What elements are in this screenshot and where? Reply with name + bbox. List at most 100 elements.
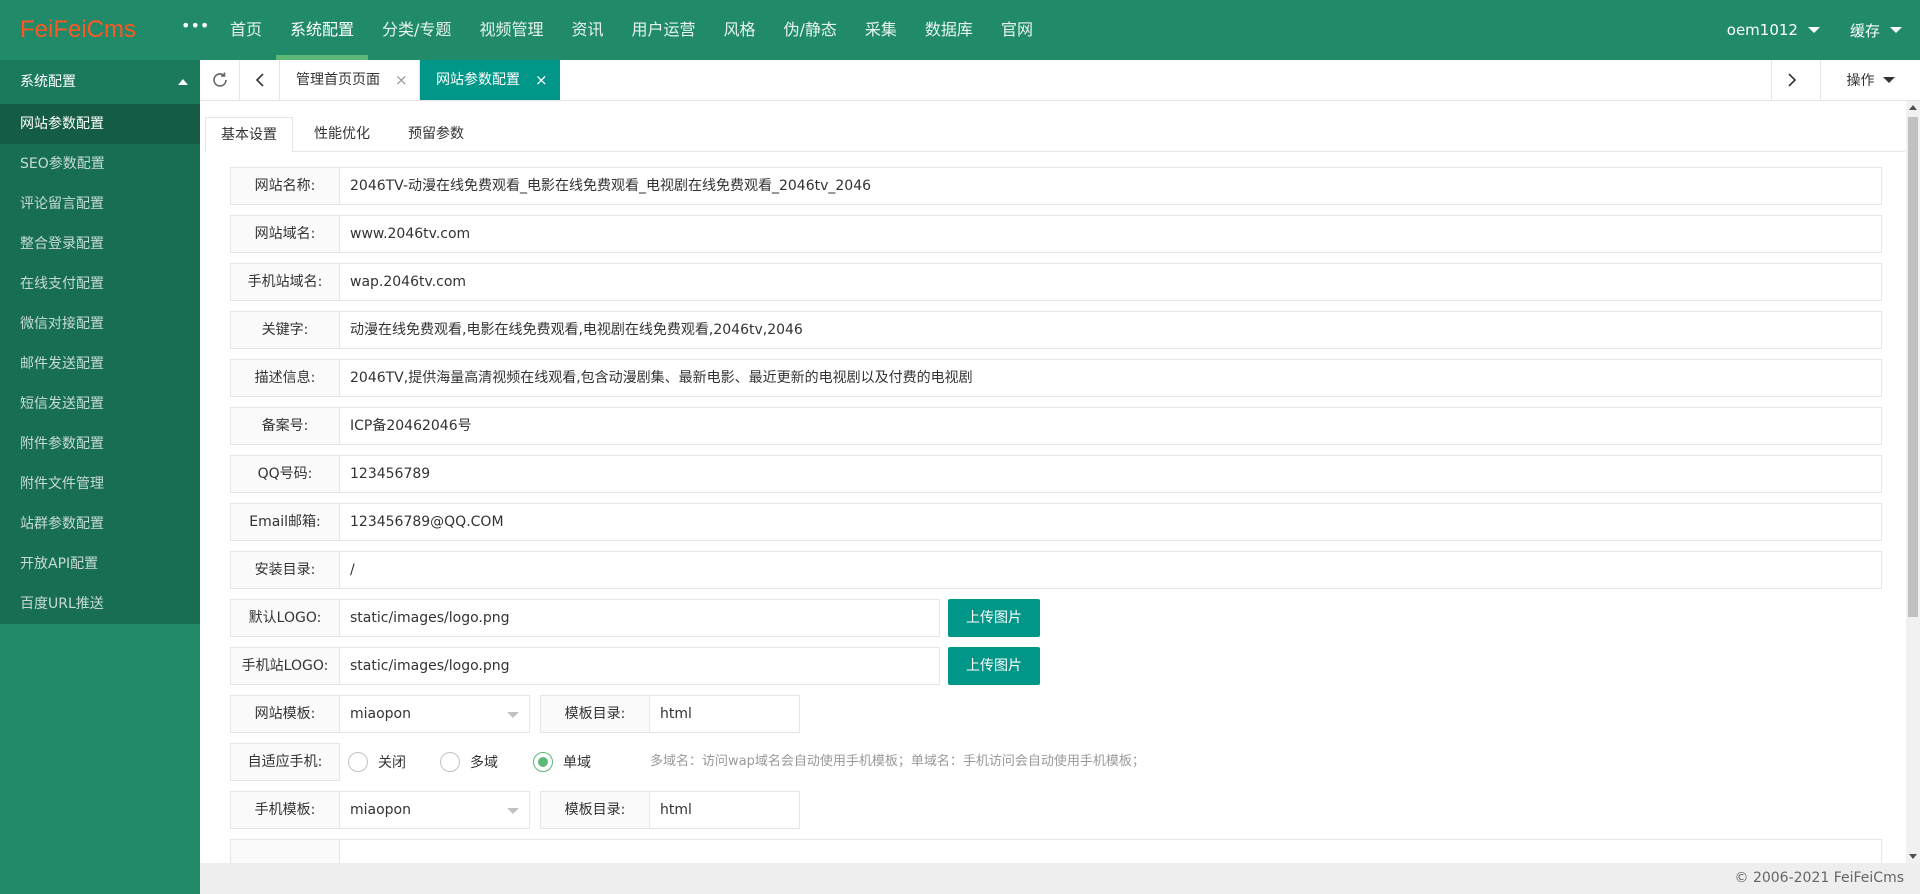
radio-off-label: 关闭 [378, 755, 406, 771]
keywords-input[interactable]: 动漫在线免费观看,电影在线免费观看,电视剧在线免费观看,2046tv,2046 [340, 311, 1882, 349]
cache-menu[interactable]: 缓存 [1850, 20, 1902, 41]
radio-multi-label: 多域 [470, 755, 498, 771]
tab-site-params[interactable]: 网站参数配置 × [420, 60, 560, 100]
nav-static[interactable]: 伪/静态 [770, 0, 851, 60]
email-label: Email邮箱: [230, 503, 340, 541]
close-icon[interactable]: × [535, 60, 548, 100]
sidebar-item-open-api[interactable]: 开放API配置 [0, 544, 200, 584]
tab-performance[interactable]: 性能优化 [299, 117, 385, 152]
qq-label: QQ号码: [230, 455, 340, 493]
nav-official[interactable]: 官网 [987, 0, 1047, 60]
site-domain-label: 网站域名: [230, 215, 340, 253]
install-dir-label: 安装目录: [230, 551, 340, 589]
sidebar-item-baidu-push[interactable]: 百度URL推送 [0, 584, 200, 624]
username: oem1012 [1726, 21, 1798, 39]
icp-input[interactable]: ICP备20462046号 [340, 407, 1882, 445]
sidebar-item-comment[interactable]: 评论留言配置 [0, 184, 200, 224]
nav-database[interactable]: 数据库 [911, 0, 987, 60]
logo[interactable]: FeiFeiCms [20, 0, 136, 60]
operations-menu[interactable]: 操作 [1820, 60, 1920, 100]
site-name-input[interactable]: 2046TV-动漫在线免费观看_电影在线免费观看_电视剧在线免费观看_2046t… [340, 167, 1882, 205]
email-input[interactable]: 123456789@QQ.COM [340, 503, 1882, 541]
wap-template-dir-input[interactable]: html [650, 791, 800, 829]
radio-single-domain[interactable]: 单域 [533, 743, 591, 781]
sidebar-group-header[interactable]: 系统配置 [0, 60, 200, 104]
sidebar-item-site-params[interactable]: 网站参数配置 [0, 104, 200, 144]
nav-news[interactable]: 资讯 [557, 0, 617, 60]
description-label: 描述信息: [230, 359, 340, 397]
qq-input[interactable]: 123456789 [340, 455, 1882, 493]
sidebar-item-wechat[interactable]: 微信对接配置 [0, 304, 200, 344]
header-right: oem1012 缓存 [1697, 0, 1902, 60]
install-dir-input[interactable]: / [340, 551, 1882, 589]
template-select[interactable]: miaopon [340, 695, 530, 733]
more-menu-icon[interactable]: ••• [181, 16, 209, 35]
radio-circle-icon [440, 752, 460, 772]
logo-input[interactable]: static/images/logo.png [340, 599, 940, 637]
main-content: 基本设置 性能优化 预留参数 网站名称: 2046TV-动漫在线免费观看_电影在… [200, 101, 1906, 863]
nav-system-config[interactable]: 系统配置 [276, 0, 369, 60]
nav-collect[interactable]: 采集 [851, 0, 911, 60]
site-name-label: 网站名称: [230, 167, 340, 205]
sidebar: 系统配置 网站参数配置 SEO参数配置 评论留言配置 整合登录配置 在线支付配置… [0, 60, 200, 894]
wap-domain-input[interactable]: wap.2046tv.com [340, 263, 1882, 301]
refresh-button[interactable] [200, 60, 240, 100]
sidebar-item-site-group[interactable]: 站群参数配置 [0, 504, 200, 544]
site-domain-input[interactable]: www.2046tv.com [340, 215, 1882, 253]
wap-logo-label: 手机站LOGO: [230, 647, 340, 685]
sidebar-item-attachment-params[interactable]: 附件参数配置 [0, 424, 200, 464]
sidebar-item-attachment-files[interactable]: 附件文件管理 [0, 464, 200, 504]
sidebar-item-login[interactable]: 整合登录配置 [0, 224, 200, 264]
logo-label: 默认LOGO: [230, 599, 340, 637]
chevron-right-icon [1787, 73, 1796, 87]
nav-users[interactable]: 用户运营 [617, 0, 709, 60]
partial-label [230, 839, 340, 863]
description-input[interactable]: 2046TV,提供海量高清视频在线观看,包含动漫剧集、最新电影、最近更新的电视剧… [340, 359, 1882, 397]
sidebar-item-seo[interactable]: SEO参数配置 [0, 144, 200, 184]
icp-label: 备案号: [230, 407, 340, 445]
top-header: FeiFeiCms ••• 首页 系统配置 分类/专题 视频管理 资讯 用户运营… [0, 0, 1920, 60]
user-menu[interactable]: oem1012 [1727, 21, 1820, 39]
chevron-left-icon [255, 73, 264, 87]
chevron-down-icon [1882, 77, 1895, 83]
scroll-down-icon[interactable] [1909, 854, 1917, 859]
nav-home[interactable]: 首页 [216, 0, 276, 60]
template-select-value: miaopon [350, 706, 411, 722]
sidebar-item-sms[interactable]: 短信发送配置 [0, 384, 200, 424]
tab-admin-home[interactable]: 管理首页页面 × [280, 60, 420, 100]
sidebar-item-payment[interactable]: 在线支付配置 [0, 264, 200, 304]
upload-logo-button[interactable]: 上传图片 [948, 599, 1040, 637]
wap-template-select[interactable]: miaopon [340, 791, 530, 829]
chevron-down-icon [507, 808, 519, 814]
scroll-up-icon[interactable] [1909, 105, 1917, 110]
nav-category[interactable]: 分类/专题 [368, 0, 465, 60]
sidebar-item-email[interactable]: 邮件发送配置 [0, 344, 200, 384]
template-dir-input[interactable]: html [650, 695, 800, 733]
scrollbar-thumb[interactable] [1908, 117, 1918, 617]
partial-input[interactable] [340, 839, 1882, 863]
radio-off[interactable]: 关闭 [348, 743, 406, 781]
radio-circle-icon [348, 752, 368, 772]
cache-label: 缓存 [1849, 21, 1880, 40]
operations-label: 操作 [1846, 73, 1875, 89]
radio-multi-domain[interactable]: 多域 [440, 743, 498, 781]
top-nav: 首页 系统配置 分类/专题 视频管理 资讯 用户运营 风格 伪/静态 采集 数据… [216, 0, 1047, 60]
tab-basic[interactable]: 基本设置 [205, 117, 293, 153]
tab-label: 网站参数配置 [436, 72, 520, 88]
upload-wap-logo-button[interactable]: 上传图片 [948, 647, 1040, 685]
wap-logo-input[interactable]: static/images/logo.png [340, 647, 940, 685]
tabs-prev-button[interactable] [240, 60, 280, 100]
close-icon[interactable]: × [395, 60, 408, 100]
chevron-down-icon [507, 712, 519, 718]
form-row-wap-template: 手机模板: miaopon 模板目录: html [230, 791, 830, 829]
vertical-scrollbar[interactable] [1906, 101, 1920, 863]
form-row-wap-logo: 手机站LOGO: static/images/logo.png 上传图片 [230, 647, 1130, 685]
tabs-next-button[interactable] [1771, 60, 1811, 100]
settings-tabs: 基本设置 性能优化 预留参数 [205, 117, 1905, 153]
tab-label: 管理首页页面 [296, 72, 380, 88]
nav-video[interactable]: 视频管理 [465, 0, 557, 60]
tabs-bar: 管理首页页面 × 网站参数配置 × 操作 [200, 60, 1920, 101]
nav-style[interactable]: 风格 [709, 0, 769, 60]
form-row-logo: 默认LOGO: static/images/logo.png 上传图片 [230, 599, 1130, 637]
tab-reserved[interactable]: 预留参数 [393, 117, 479, 152]
